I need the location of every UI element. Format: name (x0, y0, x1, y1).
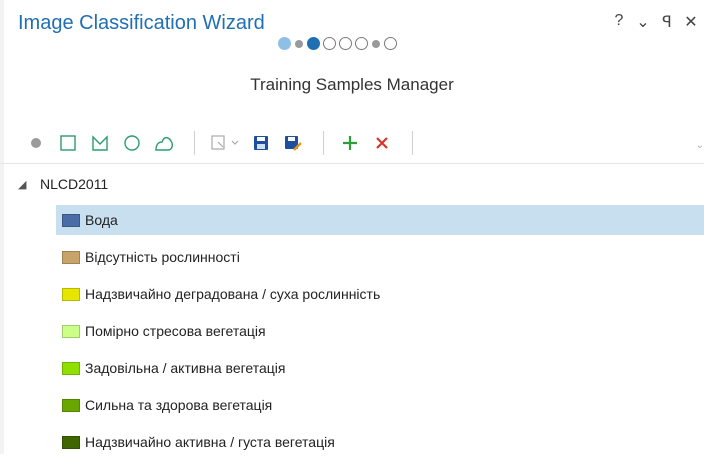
sample-toolbar: ⌄ (22, 126, 704, 160)
step-dot (355, 37, 368, 50)
class-item[interactable]: Помірно стресова вегетація (56, 316, 704, 346)
step-dot (295, 39, 303, 48)
class-label: Задовільна / активна вегетація (85, 360, 286, 376)
wizard-step-indicator (278, 37, 397, 50)
class-color-swatch[interactable] (62, 324, 80, 338)
step-dot (323, 37, 336, 50)
point-icon[interactable] (22, 129, 50, 157)
class-color-swatch[interactable] (62, 213, 80, 227)
window-controls: ? ⌄ ꟼ ✕ (612, 12, 698, 32)
tree-root-label: NLCD2011 (40, 176, 109, 192)
chevron-down-icon[interactable]: ⌄ (636, 12, 650, 32)
page-title: Training Samples Manager (250, 75, 454, 94)
toolbar-divider (194, 131, 195, 155)
class-label: Відсутність рослинності (85, 249, 240, 265)
rectangle-icon[interactable] (54, 129, 82, 157)
class-color-swatch[interactable] (62, 435, 80, 449)
import-icon[interactable] (207, 129, 243, 157)
class-label: Вода (85, 212, 118, 228)
add-icon[interactable] (336, 129, 364, 157)
close-icon[interactable]: ✕ (684, 12, 698, 32)
tree-root[interactable]: ◢ NLCD2011 (0, 170, 704, 198)
class-tree: ◢ NLCD2011 Вода Відсутність рослинності На… (0, 170, 704, 457)
toolbar-rule (0, 163, 704, 164)
class-label: Надзвичайно активна / густа вегетація (85, 434, 335, 450)
class-color-swatch[interactable] (62, 287, 80, 301)
help-icon[interactable]: ? (612, 12, 626, 32)
save-icon[interactable] (247, 129, 275, 157)
freehand-icon[interactable] (150, 129, 178, 157)
step-dot (339, 37, 352, 50)
step-dot (372, 39, 380, 48)
save-as-icon[interactable] (279, 129, 307, 157)
class-label: Сильна та здорова вегетація (85, 397, 273, 413)
class-item[interactable]: Надзвичайно деградована / суха рослинніс… (56, 279, 704, 309)
collapse-caret-icon[interactable]: ◢ (18, 178, 34, 191)
class-color-swatch[interactable] (62, 250, 80, 264)
class-item[interactable]: Вода (56, 205, 704, 235)
class-item[interactable]: Задовільна / активна вегетація (56, 353, 704, 383)
step-dot (278, 37, 291, 50)
step-dot (384, 37, 397, 50)
class-label: Надзвичайно деградована / суха рослинніс… (85, 286, 381, 302)
toolbar-divider (412, 131, 413, 155)
class-color-swatch[interactable] (62, 398, 80, 412)
toolbar-overflow-icon[interactable]: ⌄ (696, 140, 704, 151)
class-item[interactable]: Відсутність рослинності (56, 242, 704, 272)
delete-icon[interactable] (368, 129, 396, 157)
class-list: Вода Відсутність рослинності Надзвичайно д… (0, 205, 704, 457)
class-item[interactable]: Надзвичайно активна / густа вегетація (56, 427, 704, 457)
class-item[interactable]: Сильна та здорова вегетація (56, 390, 704, 420)
circle-icon[interactable] (118, 129, 146, 157)
polygon-icon[interactable] (86, 129, 114, 157)
toolbar-divider (323, 131, 324, 155)
step-dot-current (307, 37, 320, 50)
class-label: Помірно стресова вегетація (85, 323, 266, 339)
pin-icon[interactable]: ꟼ (660, 12, 674, 32)
pane-title: Image Classification Wizard (18, 12, 265, 34)
class-color-swatch[interactable] (62, 361, 80, 375)
